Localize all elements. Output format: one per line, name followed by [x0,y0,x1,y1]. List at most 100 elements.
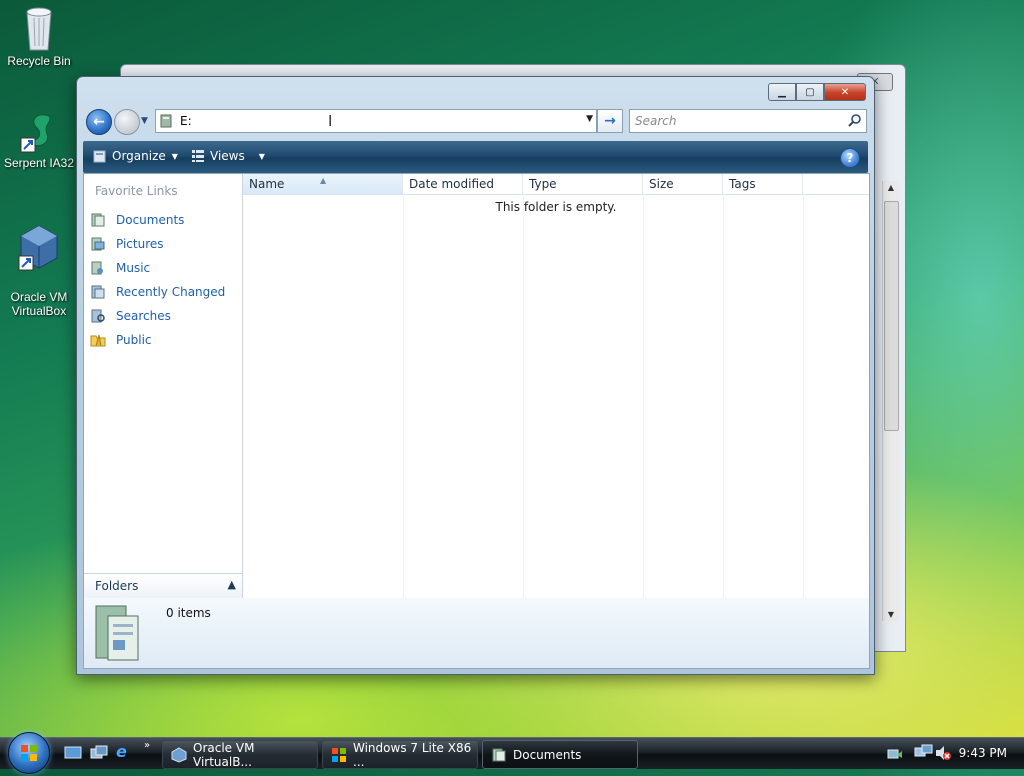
favorite-links-heading: Favorite Links [95,184,178,198]
navigation-pane: Favorite Links Documents Pictures Music … [84,174,243,598]
column-header-size[interactable]: Size [643,174,723,194]
folders-toggle[interactable]: Folders ▲ [84,573,242,598]
maximize-icon: ▢ [805,86,815,98]
documents-folder-icon [95,605,139,661]
back-button[interactable]: ← [86,109,112,135]
folders-label: Folders [95,579,139,593]
column-label: Date modified [409,177,495,191]
searches-icon [90,308,106,324]
caption-buttons: ▁ ▢ ✕ [768,83,866,101]
switch-windows-icon[interactable] [90,745,108,761]
search-input[interactable]: Search [629,109,867,133]
forward-button[interactable] [114,109,140,135]
views-label: Views [210,149,245,163]
documents-icon [90,212,106,228]
background-scrollbar[interactable]: ▲ ▼ [882,181,899,621]
taskbar-button-label: Documents [513,747,582,762]
maximize-button[interactable]: ▢ [796,83,824,101]
desktop-icon-label: Recycle Bin [7,54,71,68]
close-button[interactable]: ✕ [824,83,866,101]
help-icon: ? [846,151,854,165]
drive-icon [160,114,172,128]
column-header-date-modified[interactable]: Date modified [403,174,523,194]
favorite-link-public[interactable]: Public [90,328,225,352]
chevron-up-icon: ▲ [227,578,236,591]
text-cursor-icon: I [328,112,333,130]
music-icon [90,260,106,276]
empty-folder-message: This folder is empty. [495,200,617,214]
minimize-button[interactable]: ▁ [768,83,796,101]
desktop-icon-recycle-bin[interactable]: Recycle Bin [0,4,78,68]
column-label: Type [529,177,557,191]
search-placeholder: Search [635,114,677,128]
virtualbox-icon [171,746,187,763]
desktop-icon-label: Oracle VM VirtualBox [10,290,68,318]
scroll-up-icon[interactable]: ▲ [883,183,899,192]
network-icon[interactable] [914,744,934,762]
go-arrow-icon: → [604,113,616,129]
desktop-icon-virtualbox[interactable]: Oracle VM VirtualBox [0,210,78,318]
go-button[interactable]: → [597,109,623,133]
documents-icon [491,747,507,763]
column-label: Name [249,177,285,191]
recent-pages-dropdown-icon[interactable]: ▼ [141,116,151,126]
safely-remove-hardware-icon[interactable] [886,745,904,761]
volume-muted-icon[interactable] [934,744,952,762]
recycle-bin-icon [26,7,52,51]
favorite-link-pictures[interactable]: Pictures [90,232,225,256]
show-desktop-icon[interactable] [64,745,82,761]
organize-icon [93,150,106,163]
column-header-tags[interactable]: Tags [723,174,803,194]
clock[interactable]: 9:43 PM [959,746,1007,760]
sort-ascending-icon: ▲ [320,176,327,185]
column-divider [403,194,404,598]
favorite-link-recently-changed[interactable]: Recently Changed [90,280,225,304]
command-toolbar: Organize ▼ Views ▼ ? [83,141,868,173]
favorite-link-searches[interactable]: Searches [90,304,225,328]
help-button[interactable]: ? [840,148,860,168]
organize-button[interactable]: Organize ▼ [93,149,178,163]
favorite-link-label: Pictures [116,237,164,251]
address-value: E: [180,114,192,128]
address-dropdown-icon[interactable]: ▼ [586,114,593,124]
taskbar-button-virtualbox[interactable]: Oracle VM VirtualB... [162,740,318,769]
favorite-link-music[interactable]: Music [90,256,225,280]
column-header-name[interactable]: ▲ Name [243,174,403,194]
windows-app-icon [331,747,347,763]
serpent-icon [20,114,51,153]
taskbar-button-label: Windows 7 Lite X86 ... [353,740,472,769]
views-button[interactable]: Views ▼ [191,149,265,163]
organize-dropdown-icon: ▼ [171,151,178,161]
favorite-link-label: Recently Changed [116,285,226,299]
system-tray: 9:43 PM [880,738,1024,769]
favorite-link-documents[interactable]: Documents [90,208,225,232]
windows-logo-icon [21,745,37,761]
pictures-icon [90,236,106,252]
scroll-thumb[interactable] [884,201,899,431]
search-icon[interactable] [848,113,862,127]
views-icon [192,150,204,162]
favorite-link-label: Searches [116,309,171,323]
favorite-link-label: Music [116,261,151,275]
column-header-type[interactable]: Type [523,174,643,194]
column-divider [803,194,804,598]
favorite-link-label: Documents [116,213,185,227]
public-folder-icon [90,332,106,348]
taskbar-button-windows7[interactable]: Windows 7 Lite X86 ... [322,740,478,769]
desktop-icon-serpent[interactable]: Serpent IA32 [0,110,78,170]
internet-explorer-icon[interactable]: e [116,742,127,761]
item-count: 0 items [166,606,211,620]
scroll-down-icon[interactable]: ▼ [883,610,899,619]
address-bar[interactable]: E: I ▼ [155,109,597,133]
column-divider [643,194,644,598]
quick-launch-overflow-icon[interactable]: » [144,740,150,751]
content-area: Favorite Links Documents Pictures Music … [83,173,870,599]
column-header-row: ▲ Name Date modified Type Size Tags [243,174,869,195]
taskbar-button-documents[interactable]: Documents [482,740,638,769]
taskbar-button-label: Oracle VM VirtualB... [193,740,255,769]
taskbar: e » Oracle VM VirtualB... Windows 7 Lite… [0,732,1024,774]
back-arrow-icon: ← [93,114,105,130]
organize-label: Organize [112,149,166,163]
close-icon: ✕ [840,86,850,98]
recently-changed-icon [90,284,106,300]
